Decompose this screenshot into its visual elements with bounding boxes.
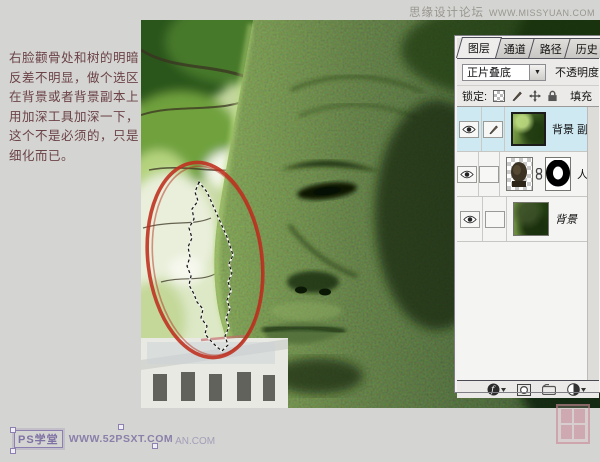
instruction-line: 右脸颧骨处和树的明暗 bbox=[9, 49, 141, 69]
visibility-toggle[interactable] bbox=[457, 107, 482, 151]
portrait-silhouette bbox=[508, 161, 530, 187]
red-seal-watermark bbox=[556, 404, 590, 444]
page: 思缘设计论坛 WWW.MISSYUAN.COM 右脸颧骨处和树的明暗 反差不明显… bbox=[0, 0, 600, 462]
active-paint-indicator[interactable] bbox=[482, 107, 505, 151]
transform-handle bbox=[152, 443, 158, 449]
layer-row-background[interactable]: 背景 bbox=[457, 197, 599, 242]
building bbox=[141, 336, 288, 408]
mask-link-icon[interactable] bbox=[535, 168, 543, 180]
opacity-label: 不透明度 bbox=[555, 64, 599, 80]
chevron-down-icon[interactable]: ▼ bbox=[529, 65, 545, 80]
site-url: WWW.MISSYUAN.COM bbox=[489, 8, 595, 18]
layer-style-icon[interactable]: f bbox=[487, 383, 506, 396]
lock-row: 锁定: 填充 bbox=[457, 86, 599, 107]
transform-handle bbox=[10, 448, 16, 454]
lock-all-icon[interactable] bbox=[546, 90, 559, 103]
new-group-icon[interactable] bbox=[542, 384, 556, 395]
panel-scrollbar[interactable] bbox=[587, 107, 599, 380]
watermark-overlap-text: AN.COM bbox=[175, 436, 215, 447]
layer-thumbnail[interactable] bbox=[511, 112, 546, 146]
panel-bottom-bar: f bbox=[457, 380, 599, 398]
lock-label: 锁定: bbox=[462, 88, 487, 104]
layer-name[interactable]: 背景 bbox=[555, 211, 577, 227]
brush-icon bbox=[488, 124, 499, 135]
instruction-line: 细化而已。 bbox=[9, 147, 141, 167]
visibility-toggle[interactable] bbox=[457, 197, 483, 241]
lock-position-icon[interactable] bbox=[528, 90, 541, 103]
lock-paint-icon[interactable] bbox=[510, 90, 523, 103]
layer-list: 背景 副本 bbox=[457, 107, 599, 380]
site-name: 思缘设计论坛 bbox=[409, 4, 484, 20]
instruction-line: 在背景或者背景副本上 bbox=[9, 88, 141, 108]
instruction-line: 反差不明显，做个选区 bbox=[9, 69, 141, 89]
layer-row-background-copy[interactable]: 背景 副本 bbox=[457, 107, 599, 152]
eye-icon bbox=[463, 215, 477, 224]
add-mask-icon[interactable] bbox=[517, 384, 531, 396]
eye-icon bbox=[462, 125, 476, 134]
link-column[interactable] bbox=[479, 152, 500, 196]
bottom-watermark: PS学堂 WWW.52PSXT.COM AN.COM bbox=[14, 430, 215, 448]
adjustment-layer-icon[interactable] bbox=[567, 383, 586, 396]
instruction-line: 用加深工具加深一下， bbox=[9, 108, 141, 128]
blend-mode-row: 正片叠底 ▼ 不透明度 bbox=[457, 59, 599, 86]
tab-history[interactable]: 历史 bbox=[564, 38, 600, 58]
site-header-watermark: 思缘设计论坛 WWW.MISSYUAN.COM bbox=[409, 4, 595, 20]
link-column[interactable] bbox=[483, 197, 507, 241]
panel-tabstrip: 图层 通道 路径 历史 bbox=[457, 38, 599, 59]
layer-row-portrait[interactable]: 人像 bbox=[457, 152, 599, 197]
blend-mode-value: 正片叠底 bbox=[463, 64, 529, 80]
layer-mask-thumbnail[interactable] bbox=[545, 157, 571, 191]
tutorial-instructions: 右脸颧骨处和树的明暗 反差不明显，做个选区 在背景或者背景副本上 用加深工具加深… bbox=[9, 49, 141, 166]
blend-mode-select[interactable]: 正片叠底 ▼ bbox=[462, 64, 546, 81]
visibility-toggle[interactable] bbox=[457, 152, 479, 196]
lock-transparency-icon[interactable] bbox=[492, 90, 505, 103]
fill-label: 填充 bbox=[570, 88, 592, 104]
eye-icon bbox=[460, 170, 474, 179]
transform-handle bbox=[118, 424, 124, 430]
layer-thumbnail[interactable] bbox=[513, 202, 549, 236]
tab-layers[interactable]: 图层 bbox=[456, 37, 502, 58]
layer-thumbnail[interactable] bbox=[506, 157, 533, 191]
ps-school-logo: PS学堂 bbox=[14, 430, 63, 448]
instruction-line: 这个不是必须的，只是 bbox=[9, 127, 141, 147]
layers-panel: 图层 通道 路径 历史 正片叠底 ▼ 不透明度 锁定: 填充 bbox=[455, 36, 600, 392]
transform-handle bbox=[10, 427, 16, 433]
